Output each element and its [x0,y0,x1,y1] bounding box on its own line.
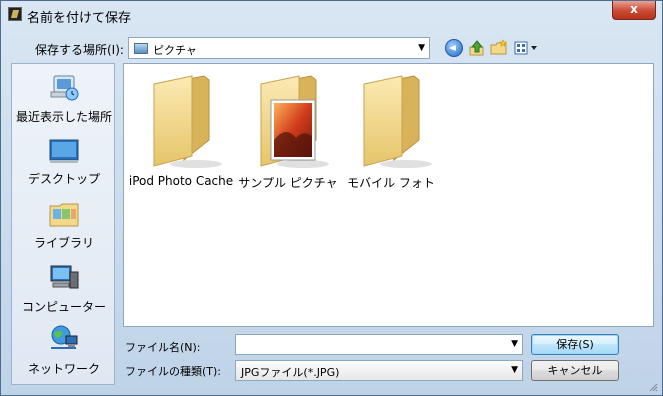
file-item[interactable]: サンプル ピクチャ [233,70,343,190]
window-title: 名前を付けて保存 [27,11,132,26]
filetype-dropdown[interactable]: JPGファイル(*.JPG) ▼ [235,360,523,381]
folder-with-photo-icon [260,75,329,168]
filetype-value: JPGファイル(*.JPG) [241,366,340,379]
place-computer[interactable]: コンピューター [12,260,116,322]
folder-icon [153,75,222,168]
up-folder-icon[interactable] [468,39,486,57]
place-network[interactable]: ネットワーク [12,322,116,384]
cancel-button[interactable]: キャンセル [531,360,619,381]
chevron-down-icon[interactable]: ▼ [511,339,518,349]
views-icon[interactable] [513,39,541,57]
place-label: コンピューター [21,300,106,314]
file-item[interactable]: iPod Photo Cache [126,70,236,190]
file-item[interactable]: モバイル フォト [336,70,446,190]
place-label: ネットワーク [27,362,100,376]
filetype-label: ファイルの種類(T): [125,365,222,378]
folder-icon [363,75,432,168]
save-as-dialog: 名前を付けて保存 x 保存する場所(I): ピクチャ ▼ 最近表示した場所 デス… [0,0,663,396]
save-button[interactable]: 保存(S) [531,334,619,355]
places-bar: 最近表示した場所 デスクトップ ライブラリ コンピューター ネットワーク [11,63,115,385]
filename-label: ファイル名(N): [125,341,201,354]
file-name: モバイル フォト [347,176,435,190]
place-desktop[interactable]: デスクトップ [12,132,116,194]
file-list[interactable]: iPod Photo Cache サンプル ピクチャ モバイル フォト [123,63,654,327]
title-bar[interactable]: 名前を付けて保存 x [1,1,662,29]
computer-icon [50,265,79,289]
chevron-down-icon[interactable]: ▼ [511,365,518,375]
place-recent[interactable]: 最近表示した場所 [12,70,116,132]
place-label: デスクトップ [27,172,100,186]
location-dropdown[interactable]: ピクチャ ▼ [128,37,430,59]
place-libraries[interactable]: ライブラリ [12,196,116,258]
libraries-icon [49,203,79,227]
filename-input[interactable]: ▼ [235,334,523,355]
app-icon [8,7,22,21]
place-label: 最近表示した場所 [15,110,112,124]
pictures-icon [134,43,148,54]
back-icon[interactable] [445,39,463,57]
file-name: サンプル ピクチャ [238,176,338,190]
location-label: 保存する場所(I): [35,43,124,57]
desktop-icon [49,139,79,163]
new-folder-icon[interactable] [490,39,508,57]
close-button[interactable]: x [612,1,656,20]
location-value: ピクチャ [153,44,197,57]
place-label: ライブラリ [33,236,94,250]
recent-places-icon [50,75,79,101]
chevron-down-icon[interactable]: ▼ [418,43,425,53]
resize-grip-icon[interactable] [648,382,658,392]
network-icon [51,325,78,349]
file-name: iPod Photo Cache [128,174,234,188]
